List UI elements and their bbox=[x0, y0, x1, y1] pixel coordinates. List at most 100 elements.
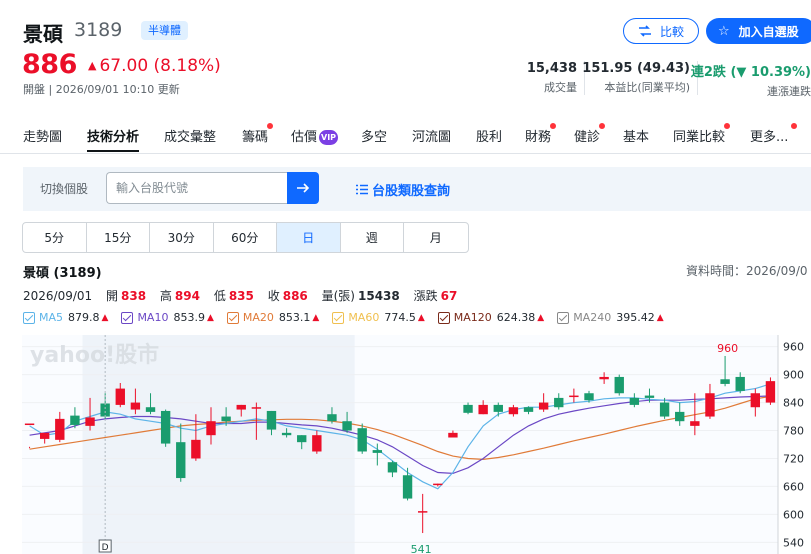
up-triangle-icon: ▲ bbox=[101, 312, 109, 323]
ma-legend-item[interactable]: MA60 774.5 ▲ bbox=[332, 311, 425, 324]
tab-finance[interactable]: 財務 bbox=[525, 123, 556, 145]
low-price-label: 541 bbox=[411, 543, 432, 554]
ma-name: MA60 bbox=[348, 311, 380, 324]
candle-body bbox=[266, 410, 277, 430]
add-watchlist-button[interactable]: ☆ 加入自選股 bbox=[706, 18, 811, 44]
ma-legend-item[interactable]: MA20 853.1 ▲ bbox=[226, 311, 320, 324]
volume-value: 15,438 bbox=[526, 61, 577, 76]
period-5min[interactable]: 5分 bbox=[23, 223, 87, 252]
checkbox-icon[interactable] bbox=[23, 311, 35, 324]
candle-body bbox=[145, 407, 156, 412]
y-tick-label: 960 bbox=[783, 341, 804, 354]
up-triangle-icon: ▲ bbox=[312, 312, 320, 323]
add-watchlist-label: 加入自選股 bbox=[738, 24, 799, 39]
new-dot-icon bbox=[267, 123, 273, 129]
candle-body bbox=[614, 376, 624, 394]
category-query-link[interactable]: 台股類股查詢 bbox=[356, 180, 450, 199]
tab-long-short[interactable]: 多空 bbox=[361, 126, 387, 145]
checkbox-icon[interactable] bbox=[557, 311, 570, 324]
candlestick-chart[interactable]: 960 900 840 780 720 660 600 540 yahoo!股市 960 541 D bbox=[22, 335, 811, 554]
tab-trade-summary[interactable]: 成交彙整 bbox=[164, 126, 216, 145]
tab-valuation[interactable]: 估價 VIP bbox=[291, 126, 339, 145]
ma-value: 774.5 bbox=[384, 311, 416, 324]
candle-body bbox=[130, 402, 141, 410]
period-60min[interactable]: 60分 bbox=[214, 223, 277, 252]
candle-body bbox=[659, 402, 670, 417]
y-tick-label: 660 bbox=[783, 480, 804, 493]
y-tick-label: 600 bbox=[783, 508, 804, 521]
candle-body bbox=[554, 397, 564, 408]
candle-body bbox=[690, 421, 700, 426]
streak-value: 連2跌 (▼ 10.39%) bbox=[690, 65, 811, 80]
candle-body bbox=[236, 404, 246, 410]
volume-label: 量(張) bbox=[321, 289, 355, 303]
price-change-value: 67.00 (8.18%) bbox=[99, 56, 221, 76]
period-day[interactable]: 日 bbox=[277, 223, 341, 252]
category-query-label: 台股類股查詢 bbox=[372, 184, 451, 199]
ma-legend: MA5 879.8 ▲ MA10 853.9 ▲ MA20 853.1 ▲ MA60 774.5 ▲ M… bbox=[23, 311, 677, 324]
candle-body bbox=[523, 407, 534, 412]
ma-legend-item[interactable]: MA10 853.9 ▲ bbox=[121, 311, 214, 324]
compare-icon bbox=[638, 25, 651, 37]
period-week[interactable]: 週 bbox=[341, 223, 404, 252]
y-tick-label: 780 bbox=[783, 425, 804, 438]
tab-valuation-label: 估價 bbox=[291, 130, 318, 145]
up-triangle-icon: ▲ bbox=[88, 59, 97, 72]
candle-body bbox=[675, 411, 685, 422]
tab-chips[interactable]: 籌碼 bbox=[242, 123, 273, 145]
candle-body bbox=[357, 428, 367, 452]
checkbox-icon[interactable] bbox=[121, 311, 134, 324]
tab-basic[interactable]: 基本 bbox=[623, 126, 649, 145]
stock-code-input[interactable] bbox=[106, 172, 288, 204]
checkbox-icon[interactable] bbox=[226, 311, 239, 324]
candle-body bbox=[206, 421, 216, 436]
compare-button[interactable]: 比較 bbox=[623, 18, 699, 44]
price-change: ▲ 67.00 (8.18%) bbox=[88, 56, 221, 76]
arrow-right-icon bbox=[297, 183, 310, 193]
ma-legend-item[interactable]: MA240 395.42 ▲ bbox=[557, 311, 664, 324]
ma-legend-item[interactable]: MA120 624.38 ▲ bbox=[437, 311, 544, 324]
new-dot-icon bbox=[599, 123, 605, 129]
new-dot-icon bbox=[791, 123, 797, 129]
change-label: 漲跌 bbox=[413, 289, 438, 303]
up-triangle-icon: ▲ bbox=[417, 312, 425, 323]
volume-stat: 15,438 成交量 bbox=[527, 61, 577, 95]
checkbox-icon[interactable] bbox=[437, 311, 450, 324]
tab-technical[interactable]: 技術分析 bbox=[87, 126, 140, 152]
period-month[interactable]: 月 bbox=[404, 223, 468, 252]
market-status: 開盤 | 2026/09/01 10:10 更新 bbox=[23, 83, 180, 96]
ma-name: MA5 bbox=[39, 311, 64, 324]
tab-dividend[interactable]: 股利 bbox=[476, 126, 502, 145]
tab-trend[interactable]: 走勢圖 bbox=[23, 126, 62, 145]
candle-body bbox=[569, 395, 579, 398]
candle-body bbox=[342, 421, 352, 431]
chart-title: 景碩 (3189) bbox=[23, 266, 102, 281]
ma-value: 853.9 bbox=[173, 311, 205, 324]
tab-peer-compare[interactable]: 同業比較 bbox=[673, 123, 730, 145]
tab-health[interactable]: 健診 bbox=[574, 123, 605, 145]
vip-badge: VIP bbox=[319, 130, 339, 145]
ma-legend-item[interactable]: MA5 879.8 ▲ bbox=[23, 311, 108, 324]
period-selector: 5分 15分 30分 60分 日 週 月 bbox=[22, 222, 469, 253]
candle-body bbox=[312, 435, 322, 452]
candle-body bbox=[538, 402, 549, 410]
industry-badge[interactable]: 半導體 bbox=[141, 21, 188, 40]
candle-body bbox=[251, 407, 262, 409]
y-tick-label: 900 bbox=[783, 369, 804, 382]
stock-code: 3189 bbox=[74, 19, 123, 41]
candle-body bbox=[39, 432, 50, 439]
candle-body bbox=[463, 404, 473, 413]
pe-label: 本益比(同業平均) bbox=[604, 81, 690, 94]
y-tick-label: 720 bbox=[783, 452, 804, 465]
search-submit-button[interactable] bbox=[287, 172, 319, 204]
candle-body bbox=[735, 376, 745, 391]
ma-value: 879.8 bbox=[68, 311, 100, 324]
candle-body bbox=[750, 393, 761, 408]
checkbox-icon[interactable] bbox=[332, 311, 345, 324]
candle-body bbox=[599, 376, 609, 380]
period-15min[interactable]: 15分 bbox=[87, 223, 150, 252]
tab-more[interactable]: 更多... bbox=[750, 123, 797, 145]
tab-river[interactable]: 河流圖 bbox=[412, 126, 451, 145]
open-label: 開 bbox=[106, 289, 119, 303]
period-30min[interactable]: 30分 bbox=[150, 223, 214, 252]
